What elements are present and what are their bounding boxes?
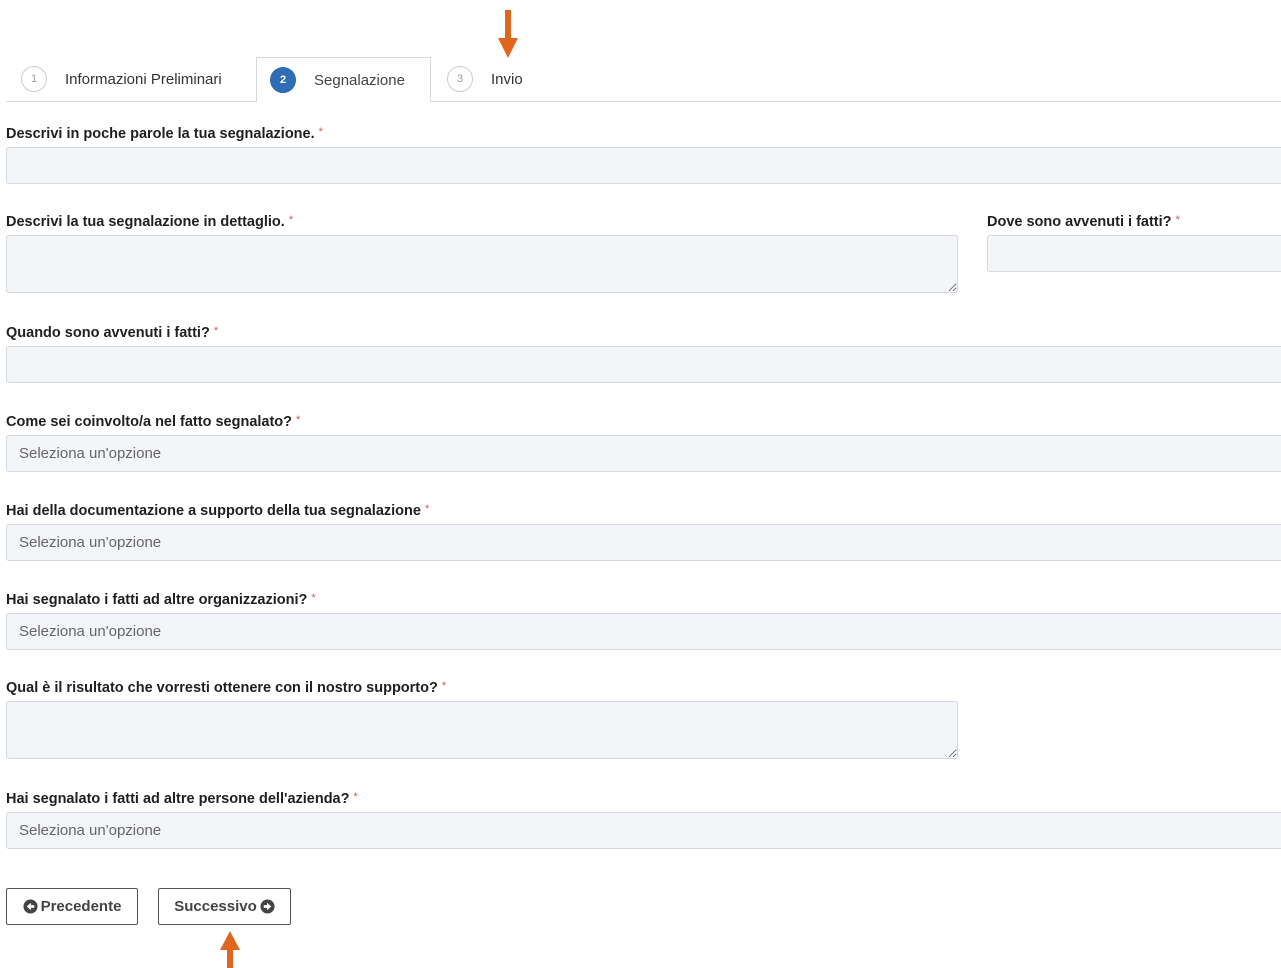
desired-result-label: Qual è il risultato che vorresti ottener… <box>6 680 446 696</box>
label-text: Descrivi in poche parole la tua segnalaz… <box>6 126 315 142</box>
label-text: Dove sono avvenuti i fatti? <box>987 214 1172 230</box>
required-mark: * <box>296 414 301 426</box>
required-mark: * <box>311 592 316 604</box>
label-text: Quando sono avvenuti i fatti? <box>6 325 210 341</box>
button-label: Precedente <box>40 898 122 915</box>
label-text: Hai della documentazione a supporto dell… <box>6 503 421 519</box>
required-mark: * <box>424 503 430 515</box>
step-number-1: 1 <box>21 66 47 92</box>
label-text: Qual è il risultato che vorresti ottener… <box>6 680 438 696</box>
label-text: Descrivi la tua segnalazione in dettagli… <box>6 214 285 230</box>
required-mark: * <box>353 791 358 803</box>
tab-label: Informazioni Preliminari <box>65 70 222 88</box>
wizard-steps: 1 Informazioni Preliminari 2 Segnalazion… <box>6 57 1281 102</box>
button-label: Successivo <box>174 898 257 915</box>
short-description-input[interactable] <box>6 147 1281 184</box>
annotation-arrow-down <box>498 10 518 58</box>
required-mark: * <box>318 126 323 138</box>
other-people-select[interactable]: Seleziona un'opzione <box>6 812 1281 849</box>
other-people-label: Hai segnalato i fatti ad altre persone d… <box>6 791 358 807</box>
documentation-label: Hai della documentazione a supporto dell… <box>6 503 429 519</box>
label-text: Hai segnalato i fatti ad altre persone d… <box>6 791 350 807</box>
required-mark: * <box>441 680 447 692</box>
report-form-page: 1 Informazioni Preliminari 2 Segnalazion… <box>0 0 1281 968</box>
tab-label: Invio <box>491 70 523 88</box>
select-value: Seleziona un'opzione <box>19 822 162 839</box>
involvement-select[interactable]: Seleziona un'opzione <box>6 435 1281 472</box>
arrow-circle-right-icon <box>260 899 275 914</box>
label-text: Come sei coinvolto/a nel fatto segnalato… <box>6 414 293 430</box>
involvement-label: Come sei coinvolto/a nel fatto segnalato… <box>6 414 300 430</box>
tab-invio[interactable]: 3 Invio <box>447 57 523 101</box>
desired-result-textarea[interactable] <box>6 701 958 759</box>
where-label: Dove sono avvenuti i fatti? * <box>987 214 1180 230</box>
other-orgs-select[interactable]: Seleziona un'opzione <box>6 613 1281 650</box>
required-mark: * <box>288 214 294 226</box>
select-value: Seleziona un'opzione <box>19 445 162 462</box>
short-description-label: Descrivi in poche parole la tua segnalaz… <box>6 126 323 142</box>
where-input[interactable] <box>987 235 1281 272</box>
select-value: Seleziona un'opzione <box>19 534 162 551</box>
detailed-description-label: Descrivi la tua segnalazione in dettagli… <box>6 214 293 230</box>
when-input[interactable] <box>6 346 1281 383</box>
next-button[interactable]: Successivo <box>158 888 291 925</box>
arrow-circle-left-icon <box>23 899 38 914</box>
tab-segnalazione[interactable]: 2 Segnalazione <box>256 57 431 102</box>
required-mark: * <box>1175 214 1180 226</box>
step-number-2: 2 <box>270 67 296 93</box>
tab-informazioni-preliminari[interactable]: 1 Informazioni Preliminari <box>21 57 222 101</box>
step-number-3: 3 <box>447 66 473 92</box>
tab-label: Segnalazione <box>314 71 405 89</box>
previous-button[interactable]: Precedente <box>6 888 138 925</box>
required-mark: * <box>213 325 219 337</box>
when-label: Quando sono avvenuti i fatti? * <box>6 325 218 341</box>
label-text: Hai segnalato i fatti ad altre organizza… <box>6 592 308 608</box>
detailed-description-textarea[interactable] <box>6 235 958 293</box>
annotation-arrow-up <box>220 931 240 968</box>
select-value: Seleziona un'opzione <box>19 623 162 640</box>
other-orgs-label: Hai segnalato i fatti ad altre organizza… <box>6 592 316 608</box>
documentation-select[interactable]: Seleziona un'opzione <box>6 524 1281 561</box>
